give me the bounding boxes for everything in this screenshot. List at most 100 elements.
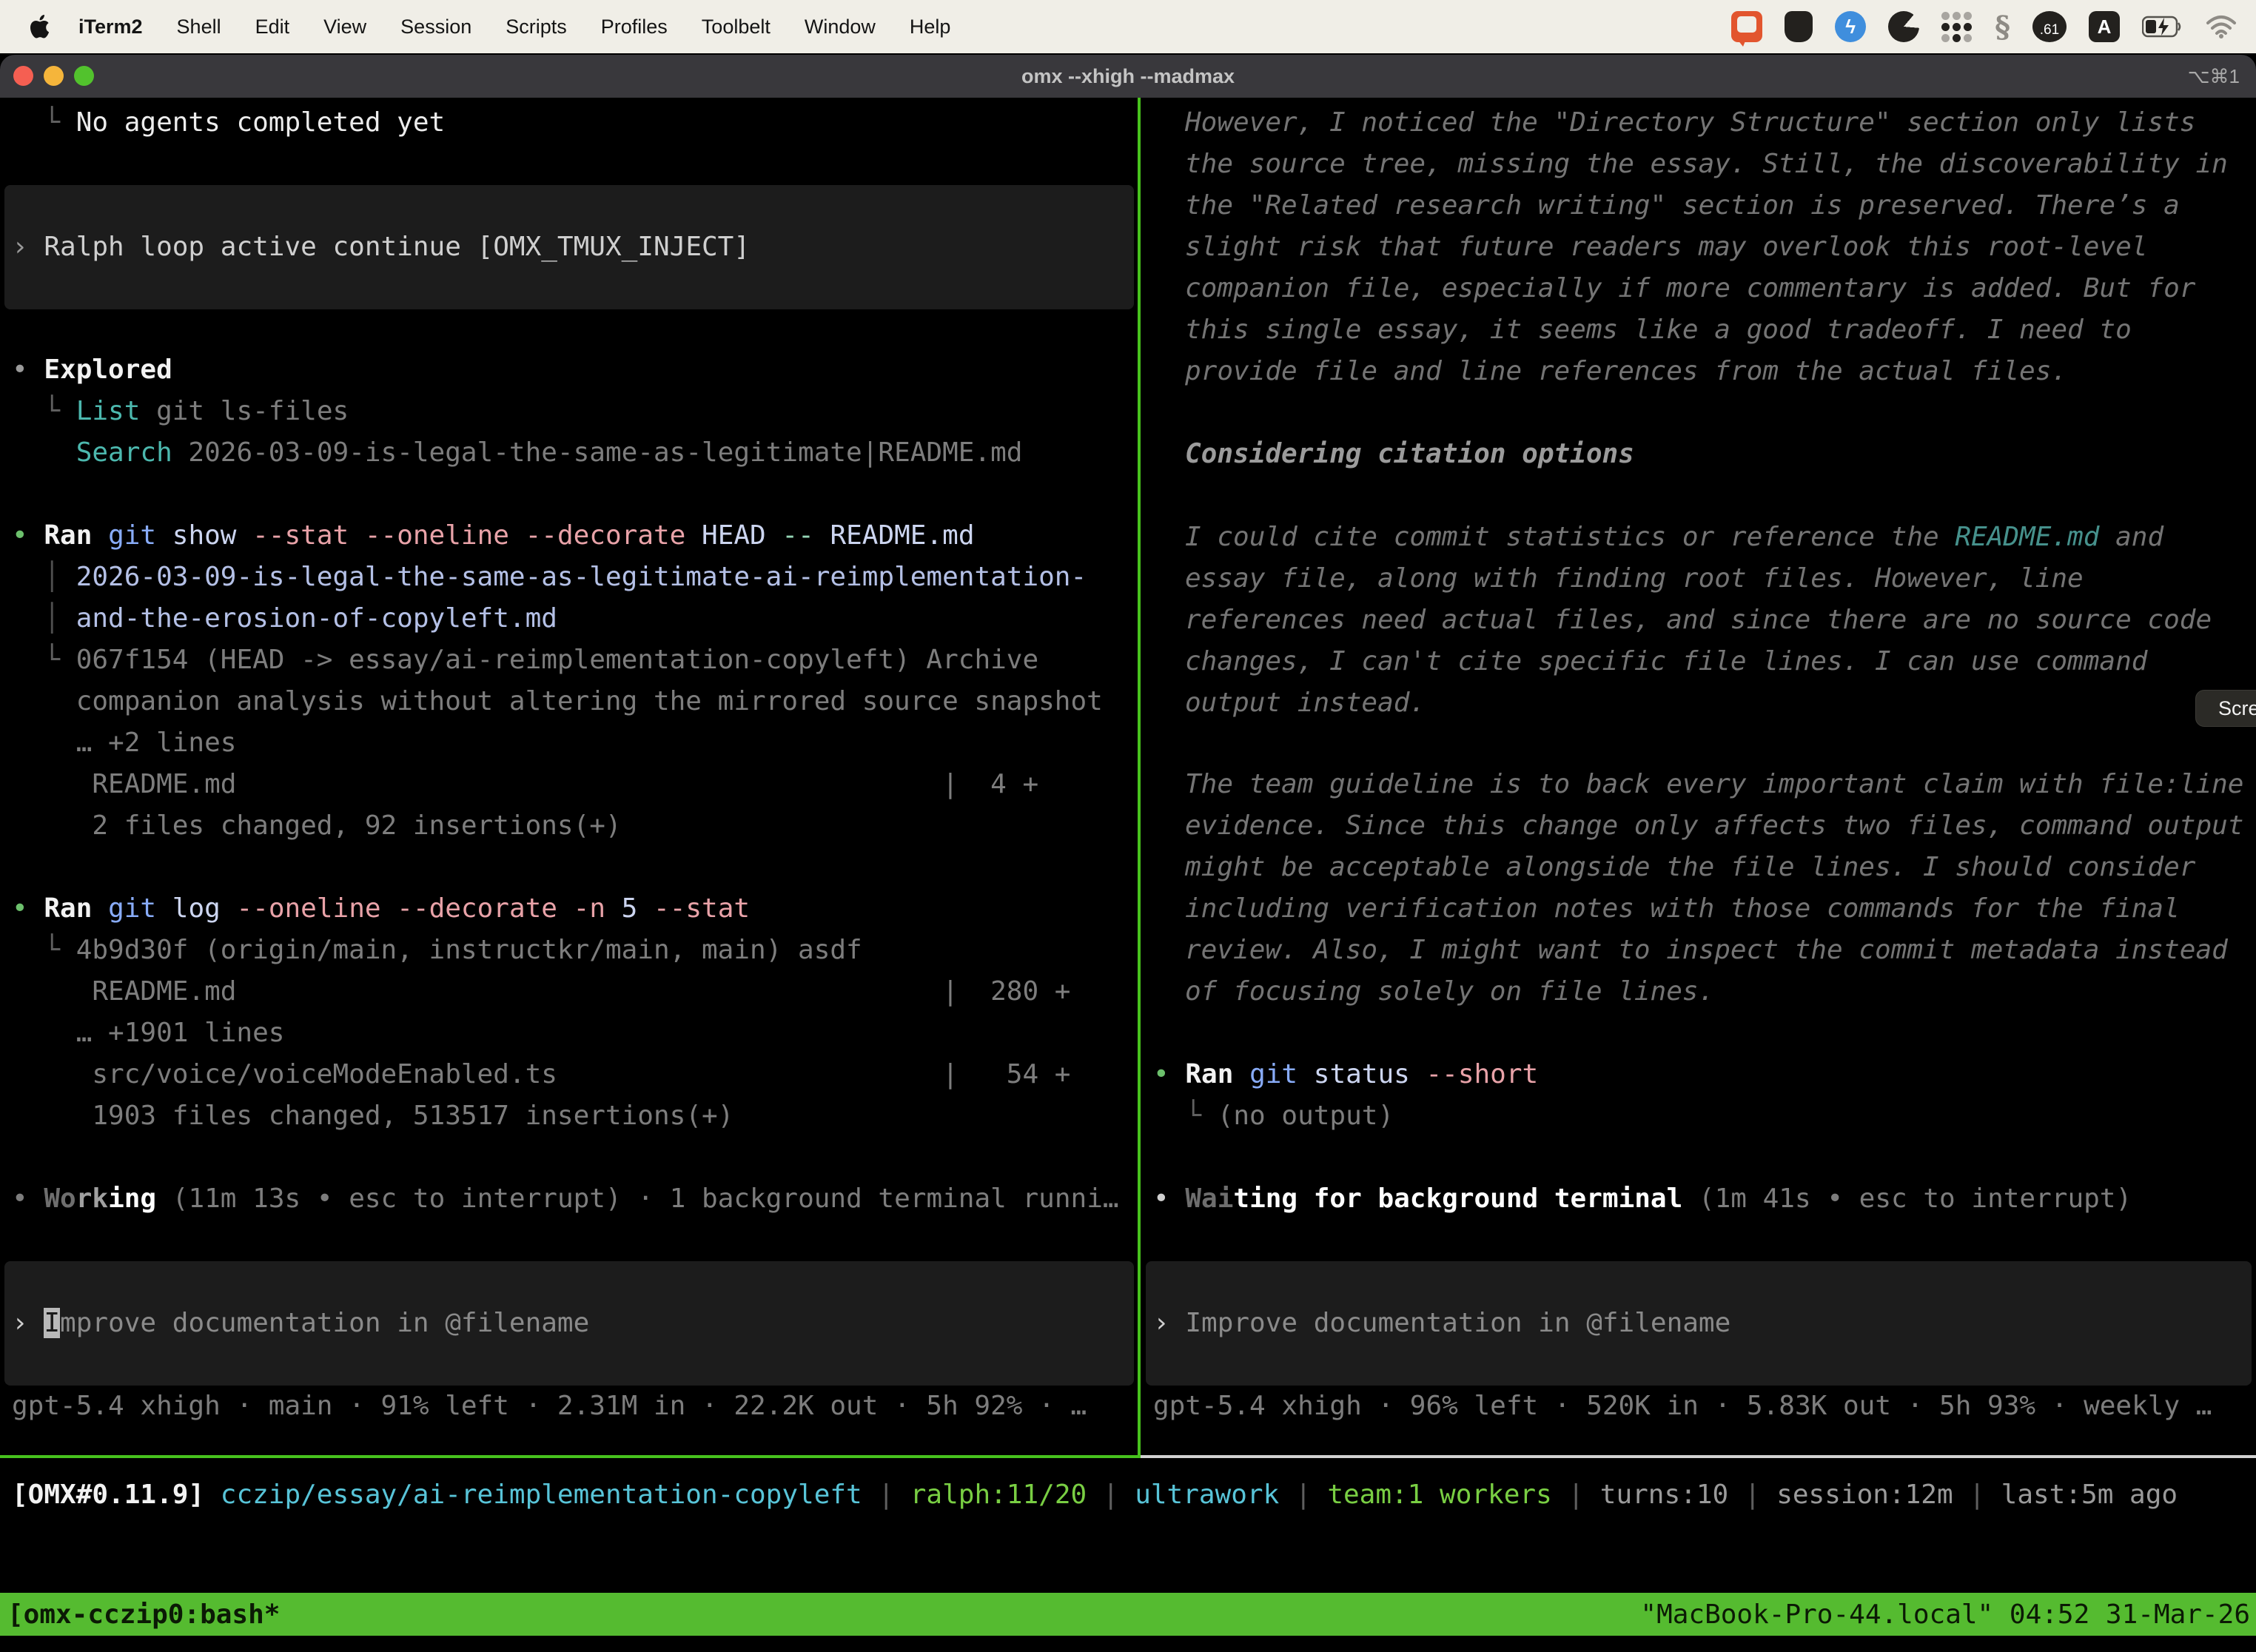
- terminal-content[interactable]: └ No agents completed yet › Ralph loop a…: [0, 98, 2256, 1652]
- terminal-line: I could cite commit statistics or refere…: [1185, 517, 2212, 558]
- reasoning-heading: Considering citation options: [1185, 434, 1634, 475]
- terminal-line: 2 files changed, 92 insertions(+): [12, 805, 1103, 847]
- terminal-line: README.md | 4 +: [12, 764, 1103, 805]
- terminal-line: └ 067f154 (HEAD -> essay/ai-reimplementa…: [12, 639, 1103, 681]
- left-model-status-line: gpt-5.4 xhigh · main · 91% left · 2.31M …: [12, 1386, 1087, 1427]
- waiting-status-line: • Waiting for background terminal (1m 41…: [1153, 1178, 2132, 1220]
- menu-item-session[interactable]: Session: [400, 16, 471, 38]
- chat-bubble-icon[interactable]: [1731, 11, 1762, 42]
- left-prompt-input-line[interactable]: › Improve documentation in @filename: [12, 1303, 589, 1344]
- terminal-line: review. Also, I might want to inspect th…: [1185, 930, 2243, 971]
- terminal-line: … +1901 lines: [12, 1013, 1070, 1054]
- window-shortcut: ⌥⌘1: [2188, 55, 2240, 98]
- menu-item-profiles[interactable]: Profiles: [601, 16, 668, 38]
- blue-bolt-icon[interactable]: ϟ: [1835, 11, 1866, 42]
- apple-logo-icon[interactable]: [28, 14, 50, 39]
- terminal-line: essay file, along with finding root file…: [1185, 558, 2212, 600]
- terminal-line: gpt-5.4 xhigh · main · 91% left · 2.31M …: [12, 1386, 1087, 1427]
- explored-section: • Explored └ List git ls-files Search 20…: [12, 349, 1022, 474]
- pie-circle-icon[interactable]: [1888, 11, 1919, 42]
- right-model-status-line: gpt-5.4 xhigh · 96% left · 520K in · 5.8…: [1153, 1386, 2212, 1427]
- menu-item-window[interactable]: Window: [805, 16, 876, 38]
- zoom-button[interactable]: [74, 66, 94, 86]
- ran-git-log-section: • Ran git log --oneline --decorate -n 5 …: [12, 888, 1070, 1137]
- iterm2-window: omx --xhigh --madmax ⌥⌘1 └ No agents com…: [0, 55, 2256, 1652]
- terminal-line: • Waiting for background terminal (1m 41…: [1153, 1178, 2132, 1220]
- terminal-line: [OMX#0.11.9] cczip/essay/ai-reimplementa…: [12, 1474, 2178, 1516]
- left-pane-bottom-border: [0, 1455, 1141, 1458]
- terminal-line: src/voice/voiceModeEnabled.ts | 54 +: [12, 1054, 1070, 1095]
- terminal-line: • Ran git status --short: [1153, 1054, 1538, 1095]
- dots-grid-icon[interactable]: [1941, 11, 1973, 42]
- battery-icon[interactable]: [2142, 16, 2183, 38]
- gauge-badge-icon[interactable]: .61: [2032, 11, 2067, 42]
- menu-item-scripts[interactable]: Scripts: [506, 16, 567, 38]
- traffic-lights: [13, 66, 94, 86]
- terminal-line: The team guideline is to back every impo…: [1185, 764, 2243, 805]
- tmux-session-label[interactable]: [omx-cczip0:bash*: [0, 1599, 280, 1630]
- terminal-line: • Ran git log --oneline --decorate -n 5 …: [12, 888, 1070, 930]
- menu-item-toolbelt[interactable]: Toolbelt: [702, 16, 771, 38]
- terminal-line: this single essay, it seems like a good …: [1185, 309, 2228, 351]
- terminal-line: │ 2026-03-09-is-legal-the-same-as-legiti…: [12, 557, 1103, 598]
- terminal-line: … +2 lines: [12, 722, 1103, 764]
- terminal-line: • Working (11m 13s • esc to interrupt) ·…: [12, 1178, 1119, 1220]
- pane-divider[interactable]: [1138, 98, 1141, 1457]
- terminal-line: Search 2026-03-09-is-legal-the-same-as-l…: [12, 432, 1022, 474]
- screen-overlay-label: Scre: [2218, 697, 2256, 720]
- menu-item-help[interactable]: Help: [910, 16, 951, 38]
- hook-icon[interactable]: §: [1995, 10, 2010, 44]
- terminal-line: › Ralph loop active continue [OMX_TMUX_I…: [12, 226, 750, 268]
- ran-git-status-section: • Ran git status --short └ (no output): [1153, 1054, 1538, 1137]
- reasoning-paragraph-2: I could cite commit statistics or refere…: [1185, 517, 2212, 724]
- window-title: omx --xhigh --madmax: [0, 65, 2256, 88]
- terminal-line: └ No agents completed yet: [12, 102, 445, 144]
- working-status-line: • Working (11m 13s • esc to interrupt) ·…: [12, 1178, 1119, 1220]
- screen-overlay-button[interactable]: Scre: [2195, 690, 2256, 727]
- tmux-status-bar: [omx-cczip0:bash* "MacBook-Pro-44.local"…: [0, 1593, 2256, 1636]
- menu-item-shell[interactable]: Shell: [177, 16, 221, 38]
- minimize-button[interactable]: [44, 66, 64, 86]
- inject-input-line[interactable]: › Ralph loop active continue [OMX_TMUX_I…: [12, 226, 750, 268]
- menu-bar: iTerm2 Shell Edit View Session Scripts P…: [0, 0, 2256, 53]
- terminal-line: the source tree, missing the essay. Stil…: [1185, 144, 2228, 185]
- terminal-line: └ 4b9d30f (origin/main, instructkr/main,…: [12, 930, 1070, 971]
- menu-item-edit[interactable]: Edit: [255, 16, 290, 38]
- right-prompt-input-line[interactable]: › Improve documentation in @filename: [1153, 1303, 1730, 1344]
- terminal-line: 1903 files changed, 513517 insertions(+): [12, 1095, 1070, 1137]
- terminal-line: Considering citation options: [1185, 434, 1634, 475]
- terminal-line: └ List git ls-files: [12, 391, 1022, 432]
- ran-git-show-section: • Ran git show --stat --oneline --decora…: [12, 515, 1103, 847]
- terminal-line: › Improve documentation in @filename: [1153, 1303, 1730, 1344]
- terminal-line: • Explored: [12, 349, 1022, 391]
- terminal-line: references need actual files, and since …: [1185, 600, 2212, 641]
- omx-status-bar: [OMX#0.11.9] cczip/essay/ai-reimplementa…: [12, 1474, 2178, 1516]
- reasoning-paragraph-3: The team guideline is to back every impo…: [1185, 764, 2243, 1013]
- terminal-line: slight risk that future readers may over…: [1185, 226, 2228, 268]
- menu-items: iTerm2 Shell Edit View Session Scripts P…: [78, 16, 950, 38]
- terminal-line: the "Related research writing" section i…: [1185, 185, 2228, 226]
- terminal-line: └ (no output): [1153, 1095, 1538, 1137]
- terminal-line: evidence. Since this change only affects…: [1185, 805, 2243, 847]
- menu-item-view[interactable]: View: [323, 16, 366, 38]
- terminal-line: › Improve documentation in @filename: [12, 1303, 589, 1344]
- tmux-host-datetime: "MacBook-Pro-44.local" 04:52 31-Mar-26: [1640, 1599, 2256, 1630]
- terminal-line: companion analysis without altering the …: [12, 681, 1103, 722]
- close-button[interactable]: [13, 66, 33, 86]
- terminal-line: companion file, especially if more comme…: [1185, 268, 2228, 309]
- menu-item-iterm2[interactable]: iTerm2: [78, 16, 143, 38]
- terminal-line: │ and-the-erosion-of-copyleft.md: [12, 598, 1103, 639]
- reasoning-paragraph-1: However, I noticed the "Directory Struct…: [1185, 102, 2228, 392]
- terminal-line: of focusing solely on file lines.: [1185, 971, 2243, 1013]
- left-agents-note: └ No agents completed yet: [12, 102, 445, 144]
- window-title-bar[interactable]: omx --xhigh --madmax ⌥⌘1: [0, 55, 2256, 98]
- right-pane-bottom-border: [1141, 1455, 2256, 1458]
- letter-a-icon[interactable]: A: [2089, 11, 2120, 42]
- terminal-line: • Ran git show --stat --oneline --decora…: [12, 515, 1103, 557]
- terminal-line: gpt-5.4 xhigh · 96% left · 520K in · 5.8…: [1153, 1386, 2212, 1427]
- terminal-line: changes, I can't cite specific file line…: [1185, 641, 2212, 682]
- menu-bar-tray: ϟ § .61 A: [1731, 0, 2237, 53]
- grid-shield-icon[interactable]: [1785, 11, 1813, 42]
- wifi-icon[interactable]: [2206, 15, 2237, 38]
- terminal-line: README.md | 280 +: [12, 971, 1070, 1013]
